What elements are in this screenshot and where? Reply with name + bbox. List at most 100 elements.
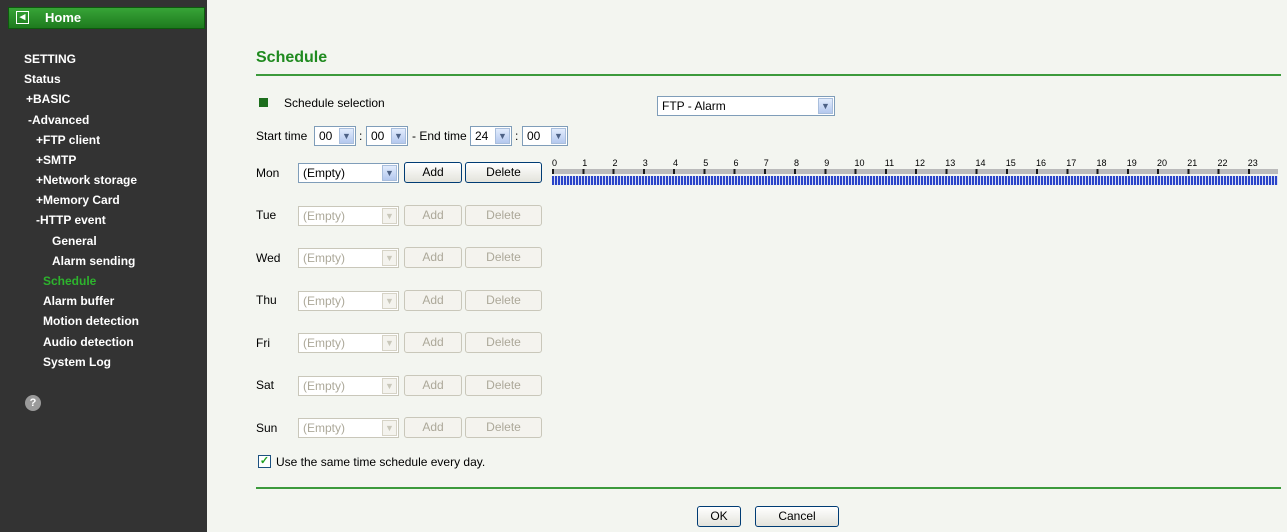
day-select-thu[interactable]: (Empty) ▼ — [298, 291, 399, 311]
sidebar-item-system-log[interactable]: System Log — [43, 355, 111, 369]
hour-label: 0 — [552, 158, 558, 168]
start-hour-value: 00 — [319, 129, 333, 143]
hour-label: 21 — [1187, 158, 1198, 168]
day-select-value: (Empty) — [303, 251, 345, 265]
end-minute-value: 00 — [527, 129, 541, 143]
start-minute-select[interactable]: 00 ▼ — [366, 126, 408, 146]
timeline-ticks — [552, 169, 1278, 174]
chevron-down-icon: ▼ — [382, 208, 397, 224]
end-time-label: - End time — [412, 129, 467, 143]
hour-label: 19 — [1126, 158, 1137, 168]
sidebar-item-status[interactable]: Status — [24, 72, 61, 86]
hour-label: 2 — [612, 158, 618, 168]
hour-label: 23 — [1247, 158, 1258, 168]
chevron-down-icon: ▼ — [382, 250, 397, 266]
sidebar-item-ftp-client[interactable]: +FTP client — [36, 133, 100, 147]
hour-label: 12 — [915, 158, 926, 168]
end-minute-select[interactable]: 00 ▼ — [522, 126, 568, 146]
end-hour-value: 24 — [475, 129, 489, 143]
add-button-tue[interactable]: Add — [404, 205, 462, 226]
main-content: Schedule Schedule selection FTP - Alarm … — [207, 0, 1287, 532]
day-select-value: (Empty) — [303, 379, 345, 393]
start-hour-select[interactable]: 00 ▼ — [314, 126, 356, 146]
add-button-thu[interactable]: Add — [404, 290, 462, 311]
chevron-down-icon: ▼ — [818, 98, 833, 114]
same-schedule-label: Use the same time schedule every day. — [276, 455, 486, 469]
day-select-sun[interactable]: (Empty) ▼ — [298, 418, 399, 438]
day-label-wed: Wed — [256, 251, 281, 265]
day-select-fri[interactable]: (Empty) ▼ — [298, 333, 399, 353]
delete-button-wed[interactable]: Delete — [465, 247, 542, 268]
end-hour-select[interactable]: 24 ▼ — [470, 126, 512, 146]
hour-label: 16 — [1036, 158, 1047, 168]
delete-button-sat[interactable]: Delete — [465, 375, 542, 396]
back-arrow-icon: ◂ — [16, 11, 29, 24]
delete-button-sun[interactable]: Delete — [465, 417, 542, 438]
day-select-value: (Empty) — [303, 421, 345, 435]
day-select-mon[interactable]: (Empty) ▼ — [298, 163, 399, 183]
hour-label: 22 — [1217, 158, 1228, 168]
same-schedule-checkbox[interactable]: ✓ — [258, 455, 271, 468]
home-label: Home — [45, 10, 82, 25]
day-select-value: (Empty) — [303, 166, 345, 180]
sidebar-item-schedule[interactable]: Schedule — [43, 274, 96, 288]
chevron-down-icon: ▼ — [495, 128, 510, 144]
hour-label: 6 — [733, 158, 739, 168]
day-select-value: (Empty) — [303, 294, 345, 308]
day-select-wed[interactable]: (Empty) ▼ — [298, 248, 399, 268]
add-button-mon[interactable]: Add — [404, 162, 462, 183]
cancel-button[interactable]: Cancel — [755, 506, 839, 527]
add-button-sat[interactable]: Add — [404, 375, 462, 396]
day-label-tue: Tue — [256, 208, 277, 222]
sidebar-item-basic[interactable]: +BASIC — [26, 92, 70, 106]
hour-label: 9 — [824, 158, 830, 168]
chevron-down-icon: ▼ — [382, 165, 397, 181]
sidebar-item-audio-detection[interactable]: Audio detection — [43, 335, 134, 349]
sidebar-item-network-storage[interactable]: +Network storage — [36, 173, 137, 187]
day-select-value: (Empty) — [303, 336, 345, 350]
timeline — [552, 169, 1278, 185]
hour-label: 8 — [794, 158, 800, 168]
home-button[interactable]: ◂ Home — [8, 7, 205, 29]
hour-label: 17 — [1066, 158, 1077, 168]
sidebar-item-alarm-buffer[interactable]: Alarm buffer — [43, 294, 114, 308]
sidebar-item-http-event[interactable]: -HTTP event — [36, 213, 106, 227]
hour-label: 11 — [884, 158, 895, 168]
sidebar-item-smtp[interactable]: +SMTP — [36, 153, 76, 167]
chevron-down-icon: ▼ — [382, 378, 397, 394]
sidebar-item-advanced[interactable]: -Advanced — [28, 113, 89, 127]
add-button-wed[interactable]: Add — [404, 247, 462, 268]
hour-label: 20 — [1157, 158, 1168, 168]
ok-button[interactable]: OK — [697, 506, 741, 527]
add-button-fri[interactable]: Add — [404, 332, 462, 353]
delete-button-fri[interactable]: Delete — [465, 332, 542, 353]
schedule-selection-select[interactable]: FTP - Alarm ▼ — [657, 96, 835, 116]
day-label-sat: Sat — [256, 378, 275, 392]
hour-label: 7 — [763, 158, 769, 168]
add-button-sun[interactable]: Add — [404, 417, 462, 438]
schedule-selection-label: Schedule selection — [284, 96, 385, 110]
sidebar-item-memory-card[interactable]: +Memory Card — [36, 193, 120, 207]
delete-button-tue[interactable]: Delete — [465, 205, 542, 226]
sidebar-item-alarm-sending[interactable]: Alarm sending — [52, 254, 135, 268]
day-select-value: (Empty) — [303, 209, 345, 223]
help-icon[interactable]: ? — [25, 395, 41, 411]
day-label-fri: Fri — [256, 336, 270, 350]
setting-heading: SETTING — [24, 52, 77, 66]
chevron-down-icon: ▼ — [339, 128, 354, 144]
timeline-bars — [552, 176, 1278, 185]
chevron-down-icon: ▼ — [382, 420, 397, 436]
day-select-tue[interactable]: (Empty) ▼ — [298, 206, 399, 226]
hour-label: 15 — [1005, 158, 1016, 168]
day-label-thu: Thu — [256, 293, 277, 307]
bullet-icon — [259, 98, 268, 107]
chevron-down-icon: ▼ — [391, 128, 406, 144]
hour-label: 1 — [582, 158, 588, 168]
sidebar-item-motion-detection[interactable]: Motion detection — [43, 314, 139, 328]
delete-button-mon[interactable]: Delete — [465, 162, 542, 183]
delete-button-thu[interactable]: Delete — [465, 290, 542, 311]
hour-label: 3 — [642, 158, 648, 168]
chevron-down-icon: ▼ — [551, 128, 566, 144]
sidebar-item-general[interactable]: General — [52, 234, 97, 248]
day-select-sat[interactable]: (Empty) ▼ — [298, 376, 399, 396]
